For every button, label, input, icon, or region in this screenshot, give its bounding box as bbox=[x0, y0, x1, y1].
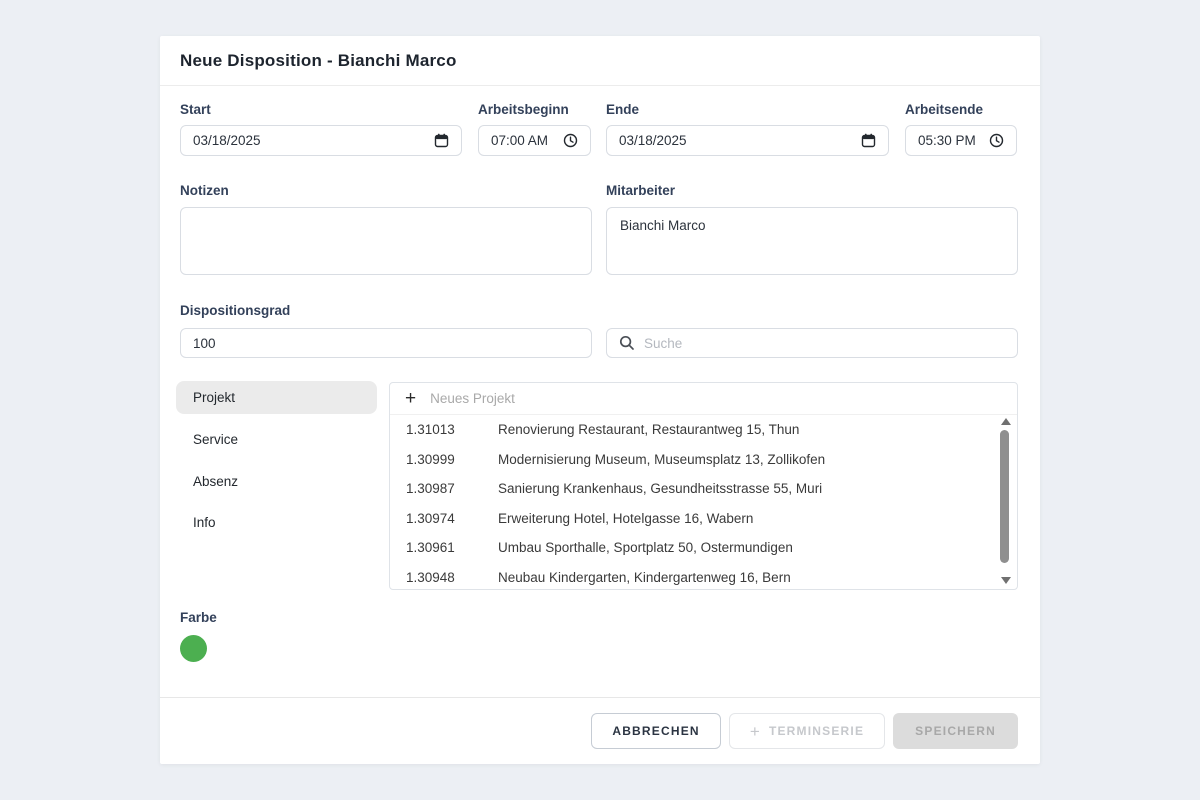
mitarbeiter-textarea[interactable]: Bianchi Marco bbox=[606, 207, 1018, 275]
new-disposition-dialog: Neue Disposition - Bianchi Marco Start A… bbox=[160, 36, 1040, 764]
project-number: 1.30961 bbox=[406, 540, 498, 555]
project-number: 1.30987 bbox=[406, 481, 498, 496]
dispositionsgrad-input[interactable] bbox=[180, 328, 592, 358]
farbe-label: Farbe bbox=[180, 610, 217, 625]
project-name: Neubau Kindergarten, Kindergartenweg 16,… bbox=[498, 570, 1017, 585]
ende-date-value[interactable] bbox=[619, 133, 855, 148]
clock-icon[interactable] bbox=[563, 133, 578, 148]
search-input-wrapper[interactable] bbox=[606, 328, 1018, 358]
project-row[interactable]: 1.30974 Erweiterung Hotel, Hotelgasse 16… bbox=[390, 504, 1017, 534]
project-number: 1.30948 bbox=[406, 570, 498, 585]
project-row[interactable]: 1.30987 Sanierung Krankenhaus, Gesundhei… bbox=[390, 474, 1017, 504]
tab-projekt-label: Projekt bbox=[193, 390, 235, 405]
arbeitsbeginn-label: Arbeitsbeginn bbox=[478, 102, 569, 117]
abbrechen-button[interactable]: ABBRECHEN bbox=[591, 713, 720, 749]
search-icon bbox=[619, 335, 635, 351]
arbeitsende-time-input[interactable] bbox=[905, 125, 1017, 156]
project-number: 1.30974 bbox=[406, 511, 498, 526]
notizen-label: Notizen bbox=[180, 183, 229, 198]
new-project-row[interactable]: + Neues Projekt bbox=[390, 383, 1017, 415]
plus-icon: + bbox=[750, 723, 761, 740]
start-date-value[interactable] bbox=[193, 133, 428, 148]
arbeitsbeginn-time-input[interactable] bbox=[478, 125, 591, 156]
dispositionsgrad-label: Dispositionsgrad bbox=[180, 303, 290, 318]
project-number: 1.31013 bbox=[406, 422, 498, 437]
project-row[interactable]: 1.30948 Neubau Kindergarten, Kindergarte… bbox=[390, 563, 1017, 591]
dialog-footer: ABBRECHEN + TERMINSERIE SPEICHERN bbox=[160, 697, 1040, 764]
project-name: Sanierung Krankenhaus, Gesundheitsstrass… bbox=[498, 481, 1017, 496]
scroll-down-icon[interactable] bbox=[1001, 577, 1011, 584]
calendar-icon[interactable] bbox=[434, 133, 449, 148]
plus-icon[interactable]: + bbox=[405, 389, 416, 408]
project-list-panel: + Neues Projekt 1.31013 Renovierung Rest… bbox=[389, 382, 1018, 590]
project-name: Modernisierung Museum, Museumsplatz 13, … bbox=[498, 452, 1017, 467]
ende-label: Ende bbox=[606, 102, 639, 117]
project-row[interactable]: 1.30961 Umbau Sporthalle, Sportplatz 50,… bbox=[390, 533, 1017, 563]
scrollbar-thumb[interactable] bbox=[1000, 430, 1009, 563]
tab-projekt[interactable]: Projekt bbox=[176, 381, 377, 414]
notizen-textarea[interactable] bbox=[180, 207, 592, 275]
tab-absenz[interactable]: Absenz bbox=[176, 465, 377, 498]
dialog-titlebar: Neue Disposition - Bianchi Marco bbox=[160, 36, 1040, 86]
start-date-input[interactable] bbox=[180, 125, 462, 156]
project-rows: 1.31013 Renovierung Restaurant, Restaura… bbox=[390, 415, 1017, 590]
arbeitsende-time-value[interactable] bbox=[918, 133, 983, 148]
tab-info-label: Info bbox=[193, 515, 216, 530]
project-name: Erweiterung Hotel, Hotelgasse 16, Wabern bbox=[498, 511, 1017, 526]
dispositionsgrad-value[interactable] bbox=[193, 336, 579, 351]
tab-service-label: Service bbox=[193, 432, 238, 447]
arbeitsende-label: Arbeitsende bbox=[905, 102, 983, 117]
new-project-placeholder[interactable]: Neues Projekt bbox=[430, 391, 515, 406]
speichern-button[interactable]: SPEICHERN bbox=[893, 713, 1018, 749]
tab-service[interactable]: Service bbox=[176, 423, 377, 456]
arbeitsbeginn-time-value[interactable] bbox=[491, 133, 557, 148]
project-row[interactable]: 1.31013 Renovierung Restaurant, Restaura… bbox=[390, 415, 1017, 445]
clock-icon[interactable] bbox=[989, 133, 1004, 148]
search-input[interactable] bbox=[644, 336, 1005, 351]
tab-absenz-label: Absenz bbox=[193, 474, 238, 489]
terminserie-button[interactable]: + TERMINSERIE bbox=[729, 713, 885, 749]
color-swatch[interactable] bbox=[180, 635, 207, 662]
mitarbeiter-label: Mitarbeiter bbox=[606, 183, 675, 198]
project-row[interactable]: 1.30999 Modernisierung Museum, Museumspl… bbox=[390, 445, 1017, 475]
start-label: Start bbox=[180, 102, 211, 117]
project-name: Renovierung Restaurant, Restaurantweg 15… bbox=[498, 422, 1017, 437]
dialog-title: Neue Disposition - Bianchi Marco bbox=[180, 51, 457, 71]
list-scrollbar[interactable] bbox=[999, 416, 1013, 586]
scroll-up-icon[interactable] bbox=[1001, 418, 1011, 425]
ende-date-input[interactable] bbox=[606, 125, 889, 156]
terminserie-label: TERMINSERIE bbox=[769, 724, 864, 738]
tab-info[interactable]: Info bbox=[176, 506, 377, 539]
project-number: 1.30999 bbox=[406, 452, 498, 467]
calendar-icon[interactable] bbox=[861, 133, 876, 148]
project-name: Umbau Sporthalle, Sportplatz 50, Ostermu… bbox=[498, 540, 1017, 555]
